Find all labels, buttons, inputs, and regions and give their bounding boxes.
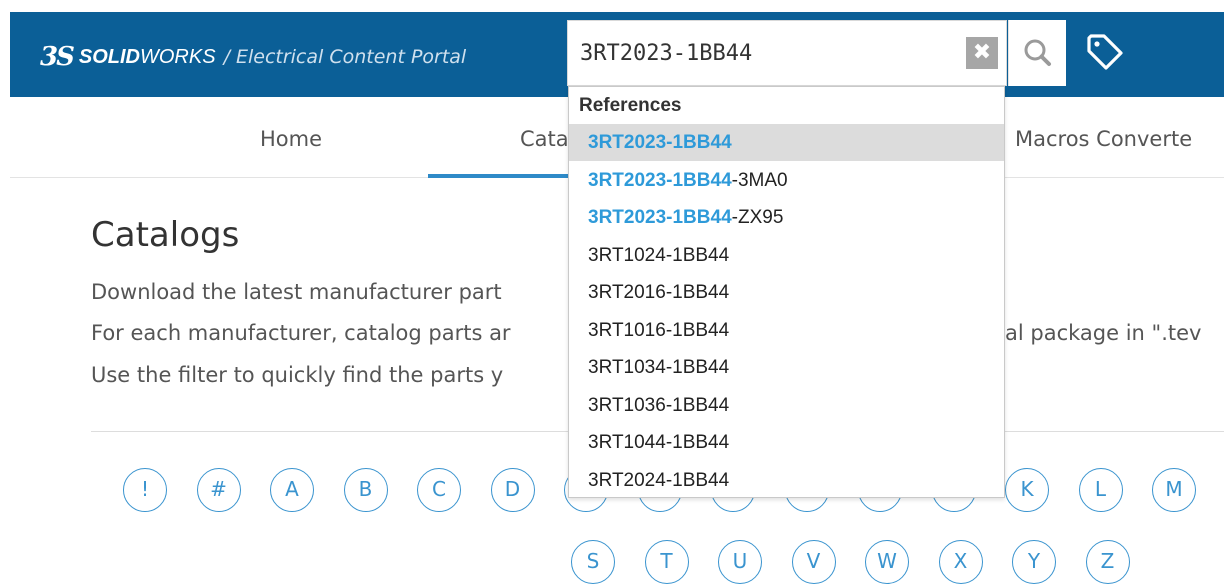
description-line-1: Download the latest manufacturer part [91,280,502,304]
letter-filter-M[interactable]: M [1152,468,1196,512]
active-tab-indicator [428,174,588,178]
nav-macros-converter[interactable]: Macros Converte [1015,127,1192,151]
ds-logo-icon: 3S [40,42,75,72]
letter-filter-K[interactable]: K [1005,468,1049,512]
search-icon [1024,39,1051,66]
dropdown-item[interactable]: 3RT1044-1BB44 [569,424,1004,461]
letter-filter-A[interactable]: A [270,468,314,512]
dropdown-item-rest: -3MA0 [731,169,788,191]
brand-separator: / [223,46,230,68]
tag-icon [1087,34,1123,70]
dropdown-header: References [579,95,682,116]
nav-catalogs[interactable]: Cata [520,127,569,151]
dropdown-item[interactable]: 3RT2023-1BB44-3MA0 [569,162,1004,199]
letter-filter-W[interactable]: W [865,540,909,584]
dropdown-item-rest: 3RT1016-1BB44 [588,319,730,341]
description-line-2: For each manufacturer, catalog parts ar [91,321,511,345]
letter-filter-L[interactable]: L [1078,468,1123,512]
dropdown-item-rest: 3RT1044-1BB44 [588,432,730,453]
dropdown-item-match: 3RT2023-1BB44 [588,169,732,191]
search-box: ✖ [567,20,1007,86]
dropdown-item[interactable]: 3RT2023-1BB44 [569,124,1004,161]
letter-filter-U[interactable]: U [718,540,762,584]
tag-button[interactable] [1083,30,1127,74]
autocomplete-dropdown: References 3RT2023-1BB44 3RT2023-1BB44-3M… [568,86,1005,498]
portal-name: Electrical Content Portal [235,46,467,68]
dropdown-item[interactable]: 3RT1036-1BB44 [569,387,1004,424]
dropdown-item[interactable]: 3RT1034-1BB44 [569,349,1004,386]
dropdown-item[interactable]: 3RT1024-1BB44 [569,237,1004,274]
letter-filter-C[interactable]: C [417,468,461,512]
dropdown-item[interactable]: 3RT1016-1BB44 [569,312,1004,349]
dropdown-item-rest: 3RT2024-1BB44 [588,469,730,491]
dropdown-item-rest: 3RT1024-1BB44 [588,244,730,266]
letter-filter-V[interactable]: V [791,540,836,584]
letter-filter-T[interactable]: T [644,540,689,584]
brand-works: WORKS [140,45,216,68]
letter-filter-Z[interactable]: Z [1085,540,1130,584]
dropdown-item-match: 3RT2023-1BB44 [588,132,732,153]
letter-filter-bang[interactable]: ! [123,468,167,512]
search-button[interactable] [1008,20,1066,86]
letter-filter-Y[interactable]: Y [1012,540,1056,584]
letter-filter-D[interactable]: D [490,468,535,512]
description-line-3: Use the filter to quickly find the parts… [91,363,504,387]
letter-filter-hash[interactable]: # [196,468,241,512]
page-title: Catalogs [91,215,240,255]
dropdown-item-match: 3RT2023-1BB44 [588,207,732,228]
clear-icon: ✖ [972,40,992,65]
search-input[interactable] [580,33,950,73]
nav-home[interactable]: Home [260,127,322,151]
dropdown-item-rest: 3RT2016-1BB44 [588,282,730,303]
dropdown-item[interactable]: 3RT2023-1BB44-ZX95 [569,199,1004,236]
dropdown-item[interactable]: 3RT2024-1BB44 [569,462,1004,499]
brand-solid: SOLID [78,45,140,68]
letter-filter-X[interactable]: X [938,540,983,584]
letter-filter-B[interactable]: B [343,468,388,512]
dropdown-item[interactable]: 3RT2016-1BB44 [569,274,1004,311]
description-line-2-tail: al package in ".tev [1005,321,1202,345]
solidworks-logo[interactable]: 3S SOLID WORKS / Electrical Content Porta… [40,42,466,72]
dropdown-item-rest: -ZX95 [731,207,784,228]
dropdown-item-rest: 3RT1036-1BB44 [588,394,730,416]
dropdown-item-rest: 3RT1034-1BB44 [588,357,730,378]
letter-filter-S[interactable]: S [571,540,615,584]
clear-search-button[interactable]: ✖ [966,37,998,69]
